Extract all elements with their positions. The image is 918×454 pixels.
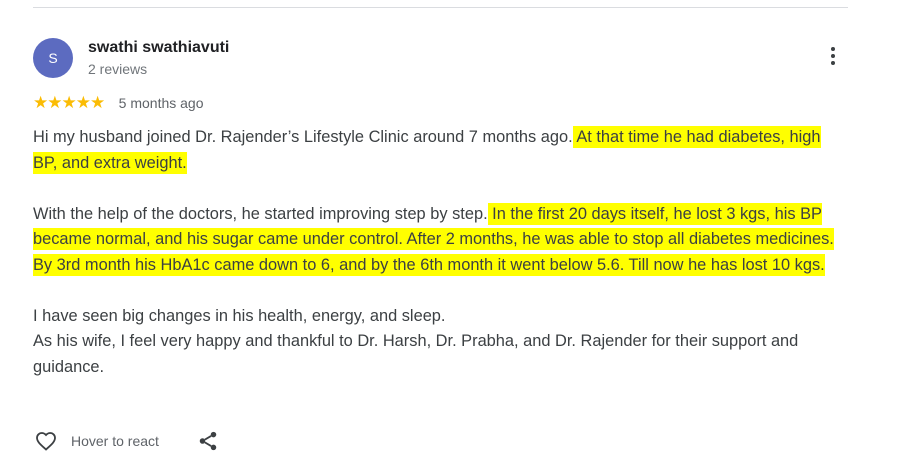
reviewer-name[interactable]: swathi swathiavuti [88,39,229,57]
review-paragraph-1: Hi my husband joined Dr. Rajender’s Life… [33,125,848,176]
reviewer-review-count: 2 reviews [88,61,148,77]
more-options-icon[interactable] [820,44,846,74]
review-actions: Hover to react [33,428,219,454]
star-rating: ★★★★★ [33,93,105,112]
review-text-line: I have seen big changes in his health, e… [33,306,446,325]
top-divider [33,7,848,8]
share-icon[interactable] [197,430,219,452]
review-text-line: As his wife, I feel very happy and thank… [33,332,799,376]
review-text: Hi my husband joined Dr. Rajender’s Life… [33,125,848,380]
review-time: 5 months ago [118,95,204,111]
review-paragraph-3: I have seen big changes in his health, e… [33,304,848,381]
hover-to-react-label: Hover to react [71,433,159,449]
review-text-plain: With the help of the doctors, he started… [33,204,488,223]
heart-icon[interactable] [33,429,59,453]
rating-row: ★★★★★ 5 months ago [33,93,204,112]
avatar[interactable]: S [33,38,73,78]
review-paragraph-2: With the help of the doctors, he started… [33,202,848,279]
review-text-plain: Hi my husband joined Dr. Rajender’s Life… [33,128,573,146]
